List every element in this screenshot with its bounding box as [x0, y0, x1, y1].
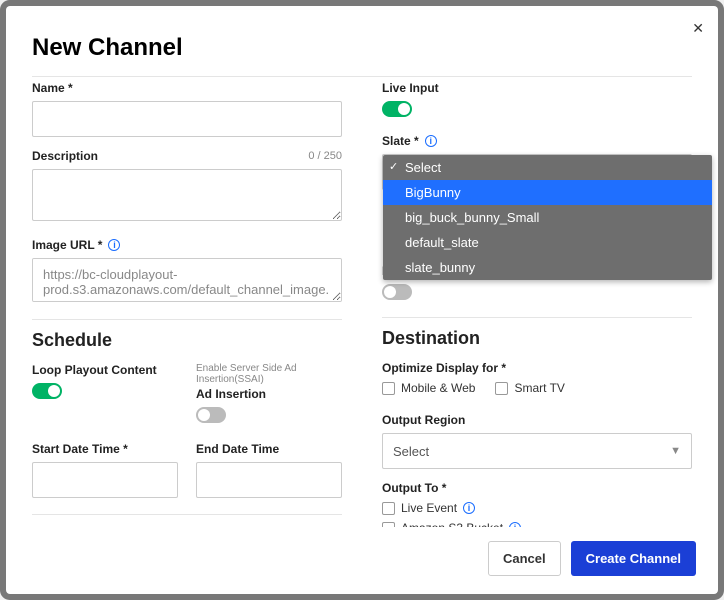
- name-label: Name: [32, 81, 73, 95]
- slate-option-big-buck-small[interactable]: big_buck_bunny_Small: [383, 205, 712, 230]
- checkbox-icon: [495, 382, 508, 395]
- slate-label: Slate: [382, 134, 419, 148]
- live-input-toggle[interactable]: [382, 101, 412, 117]
- modal-footer: Cancel Create Channel: [6, 527, 718, 594]
- modal-body: Name Description 0 / 250 Image URL Sched…: [6, 81, 718, 527]
- name-field: Name: [32, 81, 342, 137]
- image-url-label: Image URL: [32, 238, 102, 252]
- ssai-hint: Enable Server Side Ad Insertion(SSAI): [196, 363, 342, 385]
- slate-option-bigbunny[interactable]: BigBunny: [383, 180, 712, 205]
- output-live-option[interactable]: Live Event: [382, 501, 692, 515]
- modal-title: New Channel: [6, 6, 718, 76]
- live-input-label: Live Input: [382, 81, 439, 95]
- output-region-value: Select: [393, 444, 429, 459]
- divider: [32, 76, 692, 77]
- dynamic-overlay-toggle[interactable]: [382, 284, 412, 300]
- optimize-label: Optimize Display for: [382, 361, 506, 375]
- end-date-input[interactable]: [196, 462, 342, 498]
- slate-dropdown-menu: Select BigBunny big_buck_bunny_Small def…: [383, 155, 712, 280]
- info-icon[interactable]: [463, 502, 475, 514]
- new-channel-modal: ✕ New Channel Name Description 0 / 250 I…: [6, 6, 718, 594]
- datetime-row: Start Date Time End Date Time: [32, 442, 342, 498]
- optimize-field: Optimize Display for Mobile & Web Smart …: [382, 361, 692, 401]
- slate-select-wrap: Select ▼ Select BigBunny big_buck_bunny_…: [382, 154, 692, 190]
- start-date-input[interactable]: [32, 462, 178, 498]
- ad-insertion-label: Ad Insertion: [196, 387, 266, 401]
- destination-title: Destination: [382, 328, 692, 349]
- schedule-row: Loop Playout Content Enable Server Side …: [32, 363, 342, 428]
- divider: [32, 319, 342, 320]
- output-region-select[interactable]: Select ▼: [382, 433, 692, 469]
- slate-field: Slate Select ▼ Select BigBunny big_buck_…: [382, 134, 692, 190]
- create-channel-button[interactable]: Create Channel: [571, 541, 696, 576]
- name-input[interactable]: [32, 101, 342, 137]
- optimize-tv-option[interactable]: Smart TV: [495, 381, 564, 395]
- chevron-down-icon: ▼: [670, 445, 681, 457]
- schedule-title: Schedule: [32, 330, 342, 351]
- image-url-field: Image URL: [32, 238, 342, 307]
- optimize-tv-label: Smart TV: [514, 381, 564, 395]
- output-live-label: Live Event: [401, 501, 457, 515]
- info-icon[interactable]: [108, 239, 120, 251]
- checkbox-icon: [382, 382, 395, 395]
- output-region-field: Output Region Select ▼: [382, 413, 692, 469]
- slate-option-default-slate[interactable]: default_slate: [383, 230, 712, 255]
- close-icon[interactable]: ✕: [692, 20, 704, 37]
- output-to-field: Output To Live Event Amazon S3 Bucket: [382, 481, 692, 527]
- output-region-label: Output Region: [382, 413, 465, 427]
- cancel-button[interactable]: Cancel: [488, 541, 561, 576]
- divider: [32, 514, 342, 515]
- optimize-mobile-option[interactable]: Mobile & Web: [382, 381, 475, 395]
- divider: [382, 317, 692, 318]
- description-input[interactable]: [32, 169, 342, 221]
- checkbox-icon: [382, 502, 395, 515]
- loop-toggle[interactable]: [32, 383, 62, 399]
- output-to-label: Output To: [382, 481, 446, 495]
- start-date-label: Start Date Time: [32, 442, 128, 456]
- description-label: Description: [32, 149, 98, 163]
- slate-option-slate-bunny[interactable]: slate_bunny: [383, 255, 712, 280]
- optimize-mobile-label: Mobile & Web: [401, 381, 475, 395]
- live-input-field: Live Input: [382, 81, 692, 122]
- loop-label: Loop Playout Content: [32, 363, 157, 377]
- slate-option-select[interactable]: Select: [383, 155, 712, 180]
- left-column: Name Description 0 / 250 Image URL Sched…: [32, 81, 342, 527]
- info-icon[interactable]: [425, 135, 437, 147]
- end-date-label: End Date Time: [196, 442, 279, 456]
- right-column: Live Input Slate Select ▼ Select BigBunn…: [382, 81, 692, 527]
- ad-insertion-toggle[interactable]: [196, 407, 226, 423]
- description-field: Description 0 / 250: [32, 149, 342, 226]
- image-url-input[interactable]: [32, 258, 342, 302]
- description-counter: 0 / 250: [308, 150, 342, 162]
